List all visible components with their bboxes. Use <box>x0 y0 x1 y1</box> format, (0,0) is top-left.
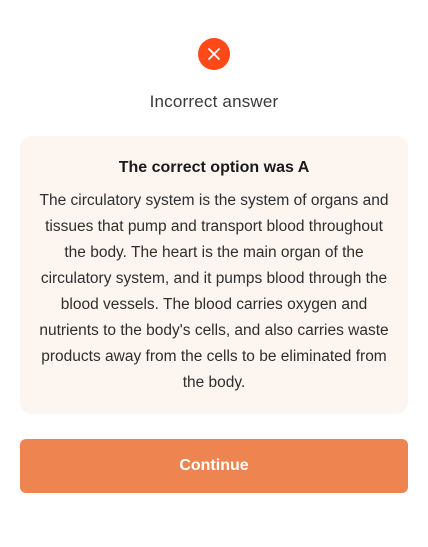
close-icon-glyph <box>208 48 220 60</box>
close-icon <box>198 38 230 70</box>
continue-button[interactable]: Continue <box>20 439 408 493</box>
quiz-result-screen: Incorrect answer The correct option was … <box>0 0 428 547</box>
result-title: Incorrect answer <box>149 92 279 111</box>
explanation-text: The circulatory system is the system of … <box>39 192 389 391</box>
explanation-card: The correct option was A The circulatory… <box>20 136 408 414</box>
correct-option-heading: The correct option was A <box>118 159 310 176</box>
